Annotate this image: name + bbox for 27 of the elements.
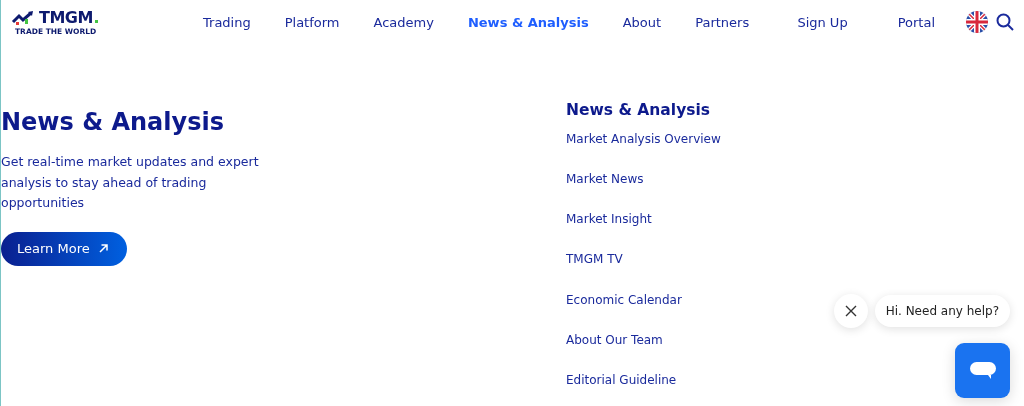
submenu-link[interactable]: Economic Calendar — [566, 279, 721, 320]
arrow-icon — [97, 243, 109, 254]
nav-link[interactable]: News & Analysis — [450, 14, 606, 30]
submenu-title: News & Analysis — [566, 101, 711, 119]
submenu-link[interactable]: TMGM TV — [566, 239, 721, 280]
chat-greeting[interactable]: Hi. Need any help? — [874, 295, 1010, 327]
close-icon — [844, 305, 857, 317]
hero-description: Get real-time market updates and expert analysis to stay ahead of trading opportunities — [1, 153, 260, 212]
learn-more-button[interactable]: Learn More — [1, 231, 127, 266]
nav-link[interactable]: Trading — [186, 14, 268, 30]
nav-link[interactable]: About — [605, 14, 679, 30]
search-icon[interactable] — [996, 13, 1014, 31]
submenu-link[interactable]: Editorial Guideline — [566, 360, 721, 401]
submenu-link[interactable]: Market Insight — [566, 199, 721, 240]
hero-title: News & Analysis — [1, 108, 225, 136]
logo-wordmark[interactable]: TMGM — [39, 8, 93, 27]
chat-button[interactable] — [955, 343, 1010, 398]
close-button[interactable] — [833, 294, 868, 328]
nav-link[interactable]: Partners — [678, 14, 767, 30]
submenu-link[interactable]: Market Analysis Overview — [566, 128, 721, 150]
submenu-link[interactable]: About Our Team — [566, 319, 721, 360]
flag-icon[interactable] — [966, 11, 988, 33]
header-link[interactable]: Portal — [872, 14, 960, 30]
nav-link[interactable]: Platform — [267, 14, 357, 30]
submenu-link[interactable]: Market News — [566, 159, 721, 200]
header-link[interactable]: Sign Up — [772, 14, 873, 30]
nav-link[interactable]: Academy — [356, 14, 451, 30]
